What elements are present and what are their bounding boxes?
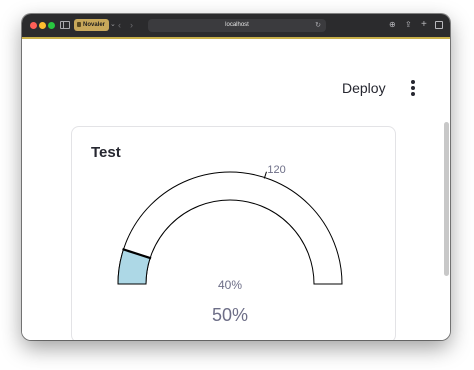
tab-group-pill[interactable]: Novaler (74, 19, 109, 31)
gauge-value-label: 50% (212, 305, 248, 325)
sidebar-icon[interactable] (60, 21, 70, 29)
scrollbar-thumb[interactable] (444, 122, 449, 276)
browser-window: Novaler ⌄ ‹ › localhost ↻ ⊕ ⇪ + Deploy T… (22, 14, 450, 340)
deploy-button[interactable]: Deploy (342, 79, 386, 97)
gauge-card: Test 120 40% 50% (71, 126, 396, 340)
new-tab-icon[interactable]: + (421, 19, 427, 31)
tab-group-label: Novaler (83, 22, 106, 28)
share-icon[interactable]: ⇪ (405, 19, 412, 31)
zoom-window-button[interactable] (48, 22, 55, 29)
forward-arrow-icon[interactable]: › (130, 19, 133, 31)
kebab-menu-icon[interactable] (410, 80, 416, 96)
reload-icon[interactable]: ↻ (315, 19, 321, 32)
gauge-center-label: 40% (218, 278, 242, 292)
gauge-threshold-label: 120 (267, 164, 285, 176)
chevron-down-icon[interactable]: ⌄ (110, 19, 116, 31)
tab-favicon-icon (77, 22, 81, 27)
gauge-chart: 120 40% 50% (117, 164, 343, 325)
close-window-button[interactable] (30, 22, 37, 29)
minimize-window-button[interactable] (39, 22, 46, 29)
page-content: Deploy Test 120 40% 50% (22, 39, 450, 340)
tab-overview-icon[interactable] (435, 19, 443, 31)
address-bar[interactable]: localhost ↻ (148, 19, 326, 32)
gauge-track (117, 171, 343, 285)
browser-toolbar: Novaler ⌄ ‹ › localhost ↻ ⊕ ⇪ + (22, 14, 450, 39)
url-text: localhost (225, 22, 249, 28)
download-icon[interactable]: ⊕ (389, 19, 396, 31)
back-arrow-icon[interactable]: ‹ (118, 19, 121, 31)
